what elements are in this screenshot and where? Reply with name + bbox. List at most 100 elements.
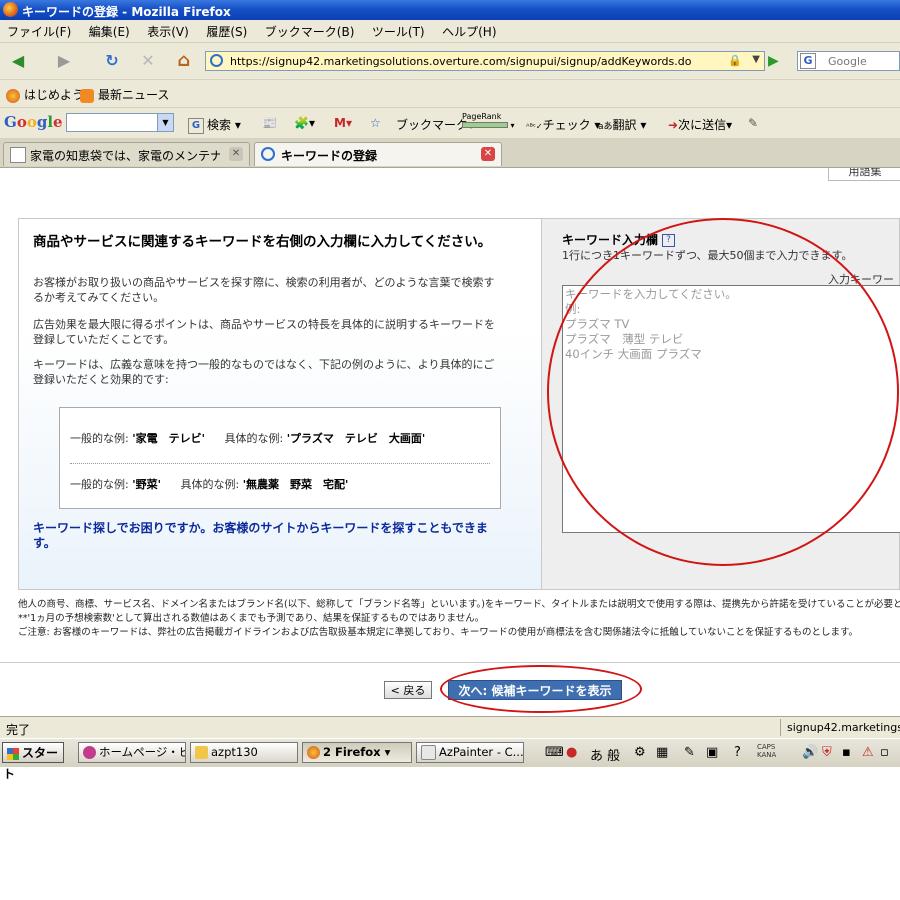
keyboard-icon[interactable]: ⌨ [545, 745, 564, 760]
keyword-input-panel: キーワード入力欄? 1行につき1キーワードずつ、最大50個まで入力できます。 入… [542, 218, 900, 590]
abc-check-icon: ᴬᴮᶜ✓ [526, 122, 543, 131]
help-icon[interactable]: ? [662, 234, 676, 247]
url-bar[interactable]: https://signup42.marketingsolutions.over… [205, 51, 765, 71]
stop-icon[interactable]: ✕ [136, 49, 160, 73]
paint-icon [421, 745, 436, 760]
go-arrow-icon[interactable]: ▶ [768, 53, 779, 69]
task-azpainter[interactable]: AzPainter - C... [416, 742, 524, 763]
spellcheck-button[interactable]: ᴬᴮᶜ✓チェック ▾ [526, 116, 600, 133]
google-logo: Google [4, 113, 63, 131]
status-text: 完了 [6, 723, 31, 737]
instructions-para-1: お客様がお取り扱いの商品やサービスを探す際に、検索の利用者が、どのような言葉で検… [33, 276, 495, 304]
close-icon[interactable]: ✕ [481, 147, 495, 161]
search-engine-icon[interactable]: G [800, 53, 816, 69]
windows-taskbar: スタート ホームページ・ビ... azpt130 2 Firefox ▾ AzP… [0, 738, 900, 781]
windows-logo-icon [7, 747, 19, 760]
navigation-toolbar: ◀ ▶ ↻ ✕ ⌂ https://signup42.marketingsolu… [0, 43, 900, 80]
app-icon [83, 746, 96, 759]
news-icon[interactable]: 📰 [262, 116, 277, 130]
status-bar: 完了 signup42.marketingsolutions.overture.… [0, 716, 900, 739]
bookmark-latest-news[interactable]: 最新ニュース [80, 86, 169, 103]
menu-help[interactable]: ヘルプ(H) [435, 20, 503, 40]
example-row: 一般的な例: '家電 テレビ' 具体的な例: 'プラズマ テレビ 大画面' [70, 432, 426, 445]
reload-icon[interactable]: ↻ [100, 49, 124, 73]
menu-tools[interactable]: ツール(T) [365, 20, 432, 40]
site-identity-icon[interactable] [210, 54, 223, 67]
site-icon [261, 147, 275, 161]
task-firefox[interactable]: 2 Firefox ▾ [302, 742, 412, 763]
chevron-down-icon[interactable]: ▼ [157, 114, 173, 131]
keyword-textarea[interactable]: キーワードを入力してください。 例: プラズマ TV プラズマ 薄型 テレビ 4… [562, 285, 900, 533]
note-guidelines: ご注意: お客様のキーワードは、弊社の広告掲載ガイドラインおよび広告取扱基本規定… [18, 627, 859, 638]
menu-file[interactable]: ファイル(F) [0, 20, 78, 40]
bookmark-getting-started[interactable]: はじめよう [6, 86, 84, 103]
examples-divider [70, 463, 490, 464]
pad-icon[interactable]: ▣ [706, 745, 718, 760]
pagerank-indicator[interactable]: PageRank ▾ [462, 112, 515, 130]
caps-kana-indicator: CAPS KANA [757, 743, 777, 759]
star-icon[interactable]: ☆ [370, 116, 381, 130]
firefox-icon [307, 746, 320, 759]
window-titlebar: キーワードの登録 - Mozilla Firefox [0, 0, 900, 20]
google-search-button[interactable]: G 検索 ▾ [188, 116, 241, 134]
pencil-icon[interactable]: ✎ [748, 116, 758, 130]
folder-icon [195, 746, 208, 759]
menu-history[interactable]: 履歴(S) [199, 20, 254, 40]
gmail-icon[interactable]: M▾ [334, 116, 352, 130]
lock-icon[interactable]: 🔒 [728, 54, 742, 67]
translate-button[interactable]: aあ翻訳 ▾ [598, 116, 646, 133]
pagerank-bar [462, 122, 508, 128]
help-icon[interactable]: ? [734, 745, 741, 760]
tab-appliance-tips[interactable]: 家電の知恵袋では、家電のメンテナンス... ✕ [3, 142, 250, 166]
tray-more-icon[interactable]: ▫ [880, 745, 889, 760]
google-search-input[interactable]: ▼ [66, 113, 174, 132]
puzzle-icon[interactable]: 🧩▾ [294, 116, 315, 130]
page-icon [10, 147, 26, 163]
close-icon[interactable]: ✕ [229, 147, 243, 161]
menu-bookmarks[interactable]: ブックマーク(B) [258, 20, 362, 40]
tab-keyword-registration[interactable]: キーワードの登録 ✕ [254, 142, 502, 166]
firefox-icon [6, 88, 20, 103]
task-homepage-builder[interactable]: ホームページ・ビ... [78, 742, 186, 763]
menu-edit[interactable]: 編集(E) [82, 20, 137, 40]
send-icon: ➜ [668, 118, 679, 132]
window-title: キーワードの登録 - Mozilla Firefox [22, 5, 231, 19]
page-content: 用語集 商品やサービスに関連するキーワードを右側の入力欄に入力してください。 お… [0, 168, 900, 716]
tab-strip: 家電の知恵袋では、家電のメンテナンス... ✕ キーワードの登録 ✕ [0, 139, 900, 168]
forward-arrow-icon[interactable]: ▶ [52, 49, 76, 73]
security-shield-icon[interactable]: ⛨ [822, 745, 832, 760]
ime-tools-icon[interactable]: ⚙ [634, 745, 646, 760]
page-divider [0, 662, 900, 663]
rss-icon [80, 88, 94, 103]
network-icon[interactable]: 🔊 [802, 745, 818, 760]
ime-icon[interactable]: ● [566, 745, 577, 760]
next-show-candidates-button[interactable]: 次へ: 候補キーワードを表示 [448, 680, 622, 700]
search-box[interactable]: G Google [797, 51, 900, 71]
example-row: 一般的な例: '野菜' 具体的な例: '無農薬 野菜 宅配' [70, 478, 349, 491]
start-button[interactable]: スタート [2, 742, 64, 781]
glossary-link[interactable]: 用語集 [828, 168, 900, 181]
url-text[interactable]: https://signup42.marketingsolutions.over… [230, 55, 691, 68]
translate-icon: aあ [598, 122, 613, 132]
keyword-examples-box: 一般的な例: '家電 テレビ' 具体的な例: 'プラズマ テレビ 大画面' 一般… [59, 407, 501, 509]
instructions-panel: 商品やサービスに関連するキーワードを右側の入力欄に入力してください。 お客様がお… [18, 218, 542, 590]
menu-view[interactable]: 表示(V) [140, 20, 196, 40]
firefox-icon [3, 2, 18, 17]
task-folder[interactable]: azpt130 [190, 742, 298, 763]
note-forecast: **'1ヵ月の予想検索数'として算出される数値はあくまでも予測であり、結果を保証… [18, 613, 485, 624]
send-to-button[interactable]: ➜次に送信▾ [668, 116, 732, 133]
alert-icon[interactable]: ⚠ [862, 745, 874, 760]
back-arrow-icon[interactable]: ◀ [6, 49, 30, 73]
home-icon[interactable]: ⌂ [172, 49, 196, 73]
menu-bar: ファイル(F) 編集(E) 表示(V) 履歴(S) ブックマーク(B) ツール(… [0, 20, 900, 43]
pen-icon[interactable]: ✎ [684, 745, 695, 760]
instructions-heading: 商品やサービスに関連するキーワードを右側の入力欄に入力してください。 [33, 234, 492, 250]
ime-mode[interactable]: あ 般 [590, 745, 620, 764]
back-button[interactable]: < 戻る [384, 681, 432, 699]
tray-app-icon[interactable]: ▪ [842, 745, 851, 760]
search-placeholder[interactable]: Google [828, 55, 867, 68]
bookmarks-toolbar: はじめよう 最新ニュース [0, 80, 900, 108]
keyword-help-link[interactable]: キーワード探しでお困りですか。お客様のサイトからキーワードを探すこともできます。 [33, 521, 503, 551]
dictionary-icon[interactable]: ▦ [656, 745, 668, 760]
url-dropdown-icon[interactable]: ▼ [752, 54, 760, 65]
